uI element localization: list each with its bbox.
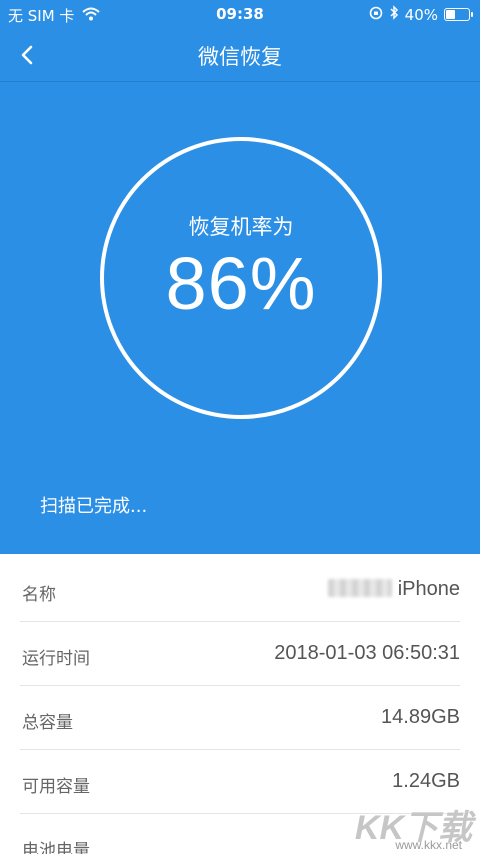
navigation-bar: 微信恢复 (0, 28, 480, 82)
page-title: 微信恢复 (198, 45, 282, 69)
status-icons: 40% (363, 5, 473, 24)
device-name: iPhone (397, 578, 460, 600)
info-label: 总容量 (22, 713, 73, 733)
info-label: 名称 (22, 585, 56, 605)
info-value: 2018-01-03 06:50:31 (274, 642, 460, 664)
info-value: 1.24GB (392, 770, 460, 792)
orientation-lock-icon (369, 6, 383, 24)
info-value: iPhone (327, 578, 460, 601)
scan-status: 扫描已完成... (40, 496, 148, 517)
bluetooth-icon (389, 5, 399, 24)
battery-percent: 40% (404, 5, 438, 24)
redacted-text (327, 579, 392, 597)
watermark-logo: KK下载 www.kkx.net (352, 800, 472, 852)
info-label: 电池电量 (22, 841, 90, 854)
recovery-ring: 恢复机率为 86% (100, 137, 382, 419)
info-label: 运行时间 (22, 649, 90, 669)
info-row-total-capacity: 总容量 14.89GB (0, 686, 480, 750)
status-bar: 无 SIM 卡 09:38 40% (0, 0, 480, 28)
info-row-uptime: 运行时间 2018-01-03 06:50:31 (0, 622, 480, 686)
info-row-name: 名称 iPhone (0, 558, 480, 622)
info-value: 14.89GB (381, 706, 460, 728)
device-info-list: 名称 iPhone 运行时间 2018-01-03 06:50:31 总容量 1… (0, 554, 480, 854)
watermark-url: www.kkx.net (395, 838, 462, 852)
battery-icon (444, 8, 473, 21)
recovery-caption: 恢复机率为 (188, 215, 294, 239)
recovery-hero: 恢复机率为 86% 扫描已完成... (0, 82, 480, 554)
recovery-percent: 86% (165, 242, 317, 325)
info-label: 可用容量 (22, 777, 90, 797)
